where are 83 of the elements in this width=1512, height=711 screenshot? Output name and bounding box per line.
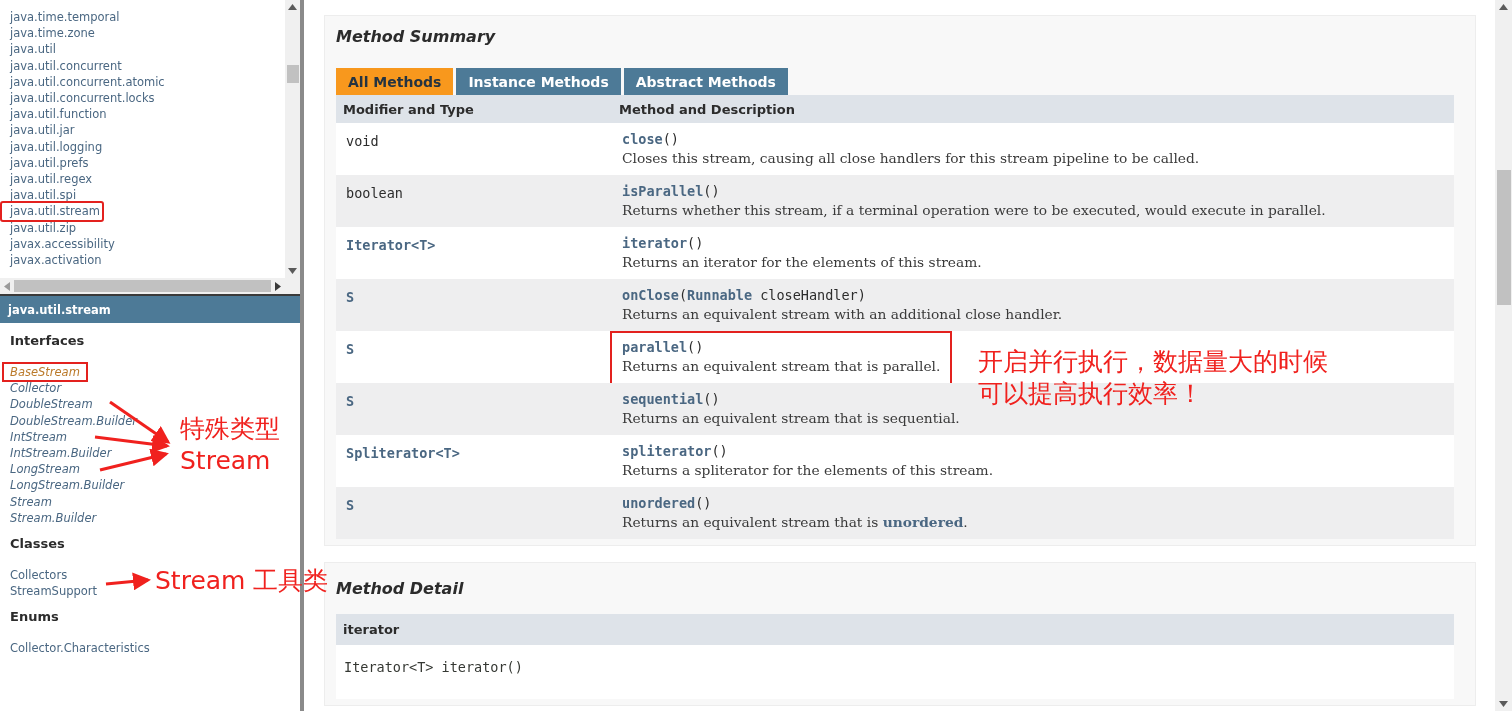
scroll-left-icon <box>4 281 10 291</box>
package-link[interactable]: java.util.concurrent <box>10 57 124 74</box>
scroll-up-icon <box>1499 4 1508 10</box>
scrollbar-thumb[interactable] <box>286 65 299 83</box>
type-link[interactable]: Collectors <box>10 567 68 584</box>
package-link[interactable]: java.util.concurrent.locks <box>10 90 157 107</box>
modifier-type: boolean <box>346 185 403 201</box>
type-link[interactable]: LongStream <box>10 461 80 478</box>
section-heading: Enums <box>10 609 60 625</box>
package-link[interactable]: java.util.jar <box>10 122 77 139</box>
method-signature[interactable]: unordered() <box>622 495 968 511</box>
package-link[interactable]: javax.activation <box>10 252 104 269</box>
tab[interactable]: Instance Methods <box>456 68 621 95</box>
annotation-text: 特殊类型 <box>180 414 280 444</box>
annotation-text: 可以提高执行效率！ <box>978 379 1203 409</box>
method-description: Returns an equivalent stream that is sequential. <box>622 409 960 428</box>
annotation-text: Stream 工具类 <box>155 566 329 596</box>
type-link[interactable]: Collector <box>10 380 62 397</box>
method-description: Returns a spliterator for the elements of this stream. <box>622 461 994 480</box>
annotation-text: 开启并行执行，数据量大的时候 <box>978 347 1328 377</box>
scroll-down-icon <box>1499 701 1508 707</box>
method-description: Returns an iterator for the elements of this stream. <box>622 253 982 272</box>
scroll-down-icon <box>288 268 297 274</box>
type-link[interactable]: DoubleStream.Builder <box>10 412 137 429</box>
type-link[interactable]: IntStream <box>10 428 68 445</box>
scrollbar-thumb[interactable] <box>1496 170 1511 305</box>
column-header: Modifier and Type <box>336 95 612 123</box>
method-description: Returns an equivalent stream that is parallel. <box>622 357 941 376</box>
package-link[interactable]: java.util.regex <box>10 171 95 188</box>
package-link[interactable]: java.util.concurrent.atomic <box>10 73 167 90</box>
modifier-type[interactable]: S <box>346 393 355 409</box>
method-signature[interactable]: close() <box>622 131 1200 147</box>
package-link[interactable]: javax.accessibility <box>10 235 117 253</box>
package-link[interactable]: java.util.spi <box>10 187 79 204</box>
package-link[interactable]: java.util.zip <box>10 219 79 236</box>
type-link[interactable]: Stream.Builder <box>10 509 97 527</box>
column-header: Method and Description <box>612 95 1454 123</box>
method-heading: iterator <box>336 614 1454 645</box>
type-link[interactable]: StreamSupport <box>10 583 98 600</box>
package-link[interactable]: java.util.function <box>10 106 109 123</box>
tab[interactable]: Abstract Methods <box>623 68 788 95</box>
method-signature: Iterator<T> iterator() <box>344 659 524 675</box>
section-heading: Classes <box>10 536 66 552</box>
modifier-type[interactable]: Spliterator<T> <box>346 445 460 461</box>
scrollbar[interactable] <box>285 0 300 278</box>
package-link[interactable]: java.util.prefs <box>10 154 91 172</box>
modifier-type[interactable]: S <box>346 289 355 305</box>
section-heading: Interfaces <box>10 333 86 348</box>
modifier-type[interactable]: S <box>346 497 355 513</box>
type-link[interactable]: DoubleStream <box>10 396 93 413</box>
package-link[interactable]: java.time.zone <box>10 25 97 42</box>
method-signature[interactable]: sequential() <box>622 391 960 407</box>
method-description: Closes this stream, causing all close handlers for this stream pipeline to be called. <box>622 149 1200 168</box>
method-description: Returns whether this stream, if a terminal operation were to be executed, would execute in parallel. <box>622 201 1326 220</box>
section-title: Method Summary <box>336 27 497 46</box>
method-signature[interactable]: iterator() <box>622 235 982 251</box>
method-signature[interactable]: spliterator() <box>622 443 994 459</box>
scrollbar[interactable] <box>1495 0 1512 711</box>
package-link[interactable]: java.util.stream <box>2 203 102 220</box>
package-link[interactable]: java.util.logging <box>10 138 105 155</box>
modifier-type[interactable]: S <box>346 341 355 357</box>
method-description: Returns an equivalent stream with an additional close handler. <box>622 305 1063 324</box>
modifier-type: void <box>346 133 379 149</box>
type-link[interactable]: BaseStream <box>4 364 86 381</box>
type-link[interactable]: Stream <box>10 493 52 510</box>
scrollbar[interactable] <box>0 278 285 294</box>
tab[interactable]: All Methods <box>336 68 454 95</box>
type-link[interactable]: LongStream.Builder <box>10 477 125 494</box>
frame-title: java.util.stream <box>0 296 300 323</box>
method-signature[interactable]: onClose(Runnable closeHandler) <box>622 287 1063 303</box>
package-link[interactable]: java.time.temporal <box>10 9 122 26</box>
annotation-text: Stream <box>180 446 271 476</box>
section-title: Method Detail <box>336 579 465 598</box>
modifier-type[interactable]: Iterator<T> <box>346 237 436 253</box>
type-link[interactable]: Collector.Characteristics <box>10 640 150 657</box>
scroll-up-icon <box>288 4 297 10</box>
arrow <box>105 572 151 591</box>
scroll-right-icon <box>275 281 281 291</box>
method-signature[interactable]: parallel() <box>622 339 941 355</box>
package-link[interactable]: java.util <box>10 41 58 58</box>
type-link[interactable]: IntStream.Builder <box>10 445 112 462</box>
method-signature[interactable]: isParallel() <box>622 183 1326 199</box>
method-description: Returns an equivalent stream that is unordered. <box>622 513 968 532</box>
